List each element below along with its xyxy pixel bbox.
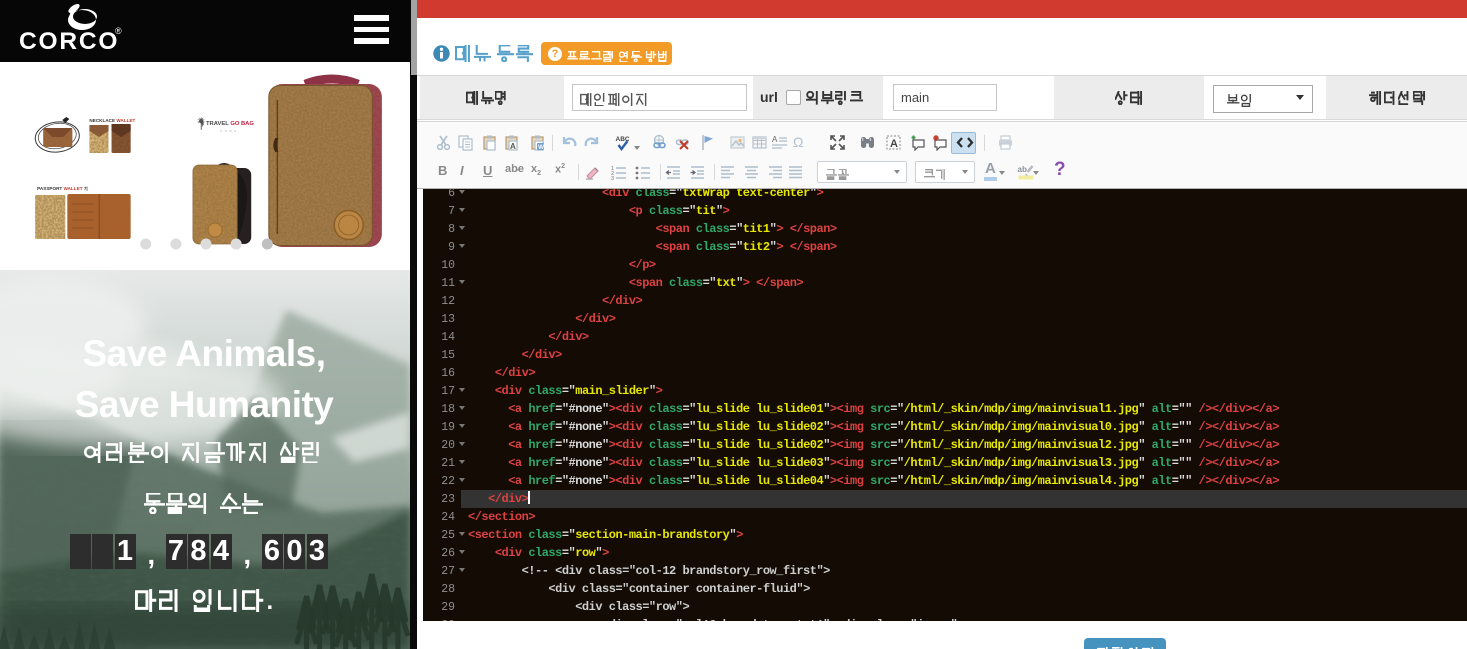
- svg-text:3: 3: [611, 176, 614, 181]
- svg-text:PASSPORT WALLET 7|: PASSPORT WALLET 7|: [37, 186, 88, 191]
- svg-text:NECKLACE WALLET: NECKLACE WALLET: [89, 118, 135, 123]
- svg-text:Ω: Ω: [793, 134, 803, 150]
- svg-text:A: A: [772, 135, 778, 144]
- svg-text:CORCO: CORCO: [19, 28, 119, 54]
- svg-text:®: ®: [115, 26, 122, 36]
- svg-text:C O R K: C O R K: [220, 129, 237, 133]
- svg-text:A: A: [510, 142, 516, 151]
- svg-text:W: W: [538, 144, 545, 151]
- svg-text:A: A: [890, 138, 898, 150]
- svg-text:TRAVEL GO BAG: TRAVEL GO BAG: [206, 121, 254, 127]
- svg-text:ab: ab: [1018, 165, 1027, 174]
